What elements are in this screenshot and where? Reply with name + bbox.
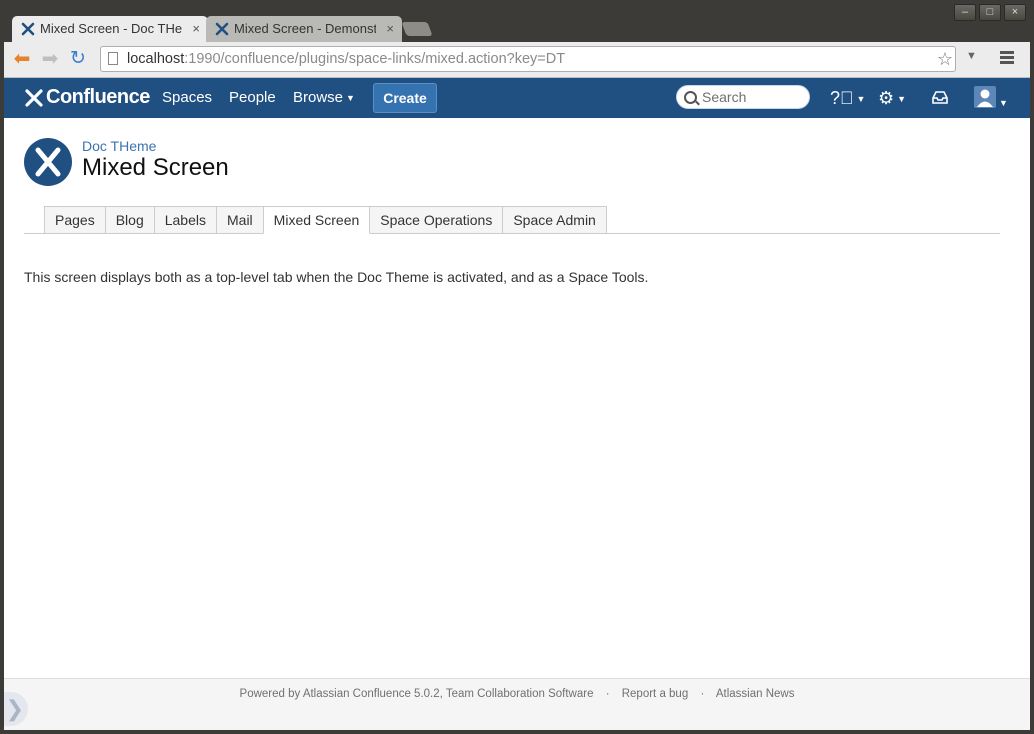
nav-people[interactable]: People <box>229 89 276 106</box>
confluence-logo-icon <box>25 88 43 107</box>
footer-news[interactable]: Atlassian News <box>716 688 795 700</box>
page-body-text: This screen displays both as a top-level… <box>24 269 649 285</box>
confluence-logo[interactable]: Confluence <box>24 86 150 109</box>
footer: Powered by Atlassian Confluence 5.0.2, T… <box>4 678 1030 730</box>
create-button[interactable]: Create <box>373 83 437 113</box>
help-icon: ?⃝ <box>830 88 854 108</box>
reload-icon[interactable]: ↻ <box>66 48 90 70</box>
nav-spaces[interactable]: Spaces <box>162 89 212 106</box>
chevron-down-icon: ▼ <box>856 94 866 105</box>
confluence-logo-icon <box>35 147 61 177</box>
confluence-favicon-icon <box>21 22 35 36</box>
browser-tab-title: Mixed Screen - Doc THeme <box>40 21 182 36</box>
browser-window: Mixed Screen - Doc THeme × Mixed Screen … <box>0 0 1034 734</box>
search-placeholder: Search <box>702 89 747 105</box>
confluence-favicon-icon <box>215 22 229 36</box>
chevron-down-icon: ▼ <box>346 93 355 104</box>
tab-space-operations[interactable]: Space Operations <box>369 206 504 234</box>
close-window-button[interactable]: × <box>1004 4 1026 21</box>
tray-icon <box>932 91 948 104</box>
search-icon <box>684 91 697 104</box>
space-name-link[interactable]: Doc THeme <box>82 138 156 154</box>
browser-tab-demonstration[interactable]: Mixed Screen - Demonstration × <box>206 16 402 42</box>
space-tabs: Pages Blog Labels Mail Mixed Screen Spac… <box>44 206 607 234</box>
browser-tab-doc-theme[interactable]: Mixed Screen - Doc THeme × <box>12 16 208 42</box>
minimize-button[interactable]: – <box>954 4 976 21</box>
settings-menu[interactable]: ⚙ ▼ <box>878 86 906 111</box>
footer-separator: · <box>700 688 705 700</box>
back-arrow-icon[interactable]: ⬅ <box>10 48 34 70</box>
tab-blog[interactable]: Blog <box>104 206 155 234</box>
avatar <box>974 86 996 108</box>
window-controls: – □ × <box>954 4 1026 21</box>
footer-separator: · <box>605 688 610 700</box>
chevron-down-icon: ▼ <box>999 98 1008 109</box>
tab-mixed-screen[interactable]: Mixed Screen <box>262 206 371 234</box>
page-viewport: Confluence Spaces People Browse ▼ Create … <box>4 78 1030 730</box>
confluence-header: Confluence Spaces People Browse ▼ Create … <box>4 78 1030 118</box>
footer-powered-by[interactable]: Powered by Atlassian Confluence 5.0.2, T… <box>240 688 594 700</box>
browser-toolbar: ⬅ ➡ ↻ localhost:1990/confluence/plugins/… <box>4 42 1030 78</box>
chevron-down-icon: ▼ <box>897 94 907 105</box>
chevron-right-icon: ❯ <box>5 696 24 721</box>
gear-icon: ⚙ <box>878 88 895 108</box>
address-bar[interactable]: localhost:1990/confluence/plugins/space-… <box>100 46 956 72</box>
chevron-down-icon[interactable]: ▼ <box>966 50 977 62</box>
forward-arrow-icon[interactable]: ➡ <box>38 48 62 70</box>
browser-menu-icon[interactable] <box>1000 51 1014 66</box>
inbox-icon[interactable] <box>932 86 948 110</box>
url-host: localhost <box>127 51 185 67</box>
user-menu[interactable]: ▼ <box>974 86 1008 115</box>
tab-pages[interactable]: Pages <box>44 206 106 234</box>
url-path: :1990/confluence/plugins/space-links/mix… <box>184 51 566 67</box>
close-tab-icon[interactable]: × <box>192 16 200 42</box>
page-title: Mixed Screen <box>82 154 229 181</box>
footer-report-bug[interactable]: Report a bug <box>622 688 689 700</box>
maximize-button[interactable]: □ <box>979 4 1001 21</box>
browser-tab-strip: Mixed Screen - Doc THeme × Mixed Screen … <box>0 0 1034 42</box>
bookmark-star-icon[interactable]: ☆ <box>937 47 953 71</box>
space-logo[interactable] <box>24 138 72 186</box>
nav-browse-label: Browse <box>293 89 344 106</box>
help-menu[interactable]: ?⃝ ▼ <box>830 86 865 111</box>
tab-labels[interactable]: Labels <box>153 206 217 234</box>
logo-text: Confluence <box>46 86 150 108</box>
browser-tab-title: Mixed Screen - Demonstration <box>234 21 376 36</box>
new-tab-button[interactable] <box>401 22 433 36</box>
tab-space-admin[interactable]: Space Admin <box>502 206 607 234</box>
nav-browse[interactable]: Browse ▼ <box>293 89 355 106</box>
page-icon <box>108 52 118 65</box>
tab-mail[interactable]: Mail <box>216 206 264 234</box>
close-tab-icon[interactable]: × <box>386 16 394 42</box>
search-input[interactable]: Search <box>676 85 810 109</box>
